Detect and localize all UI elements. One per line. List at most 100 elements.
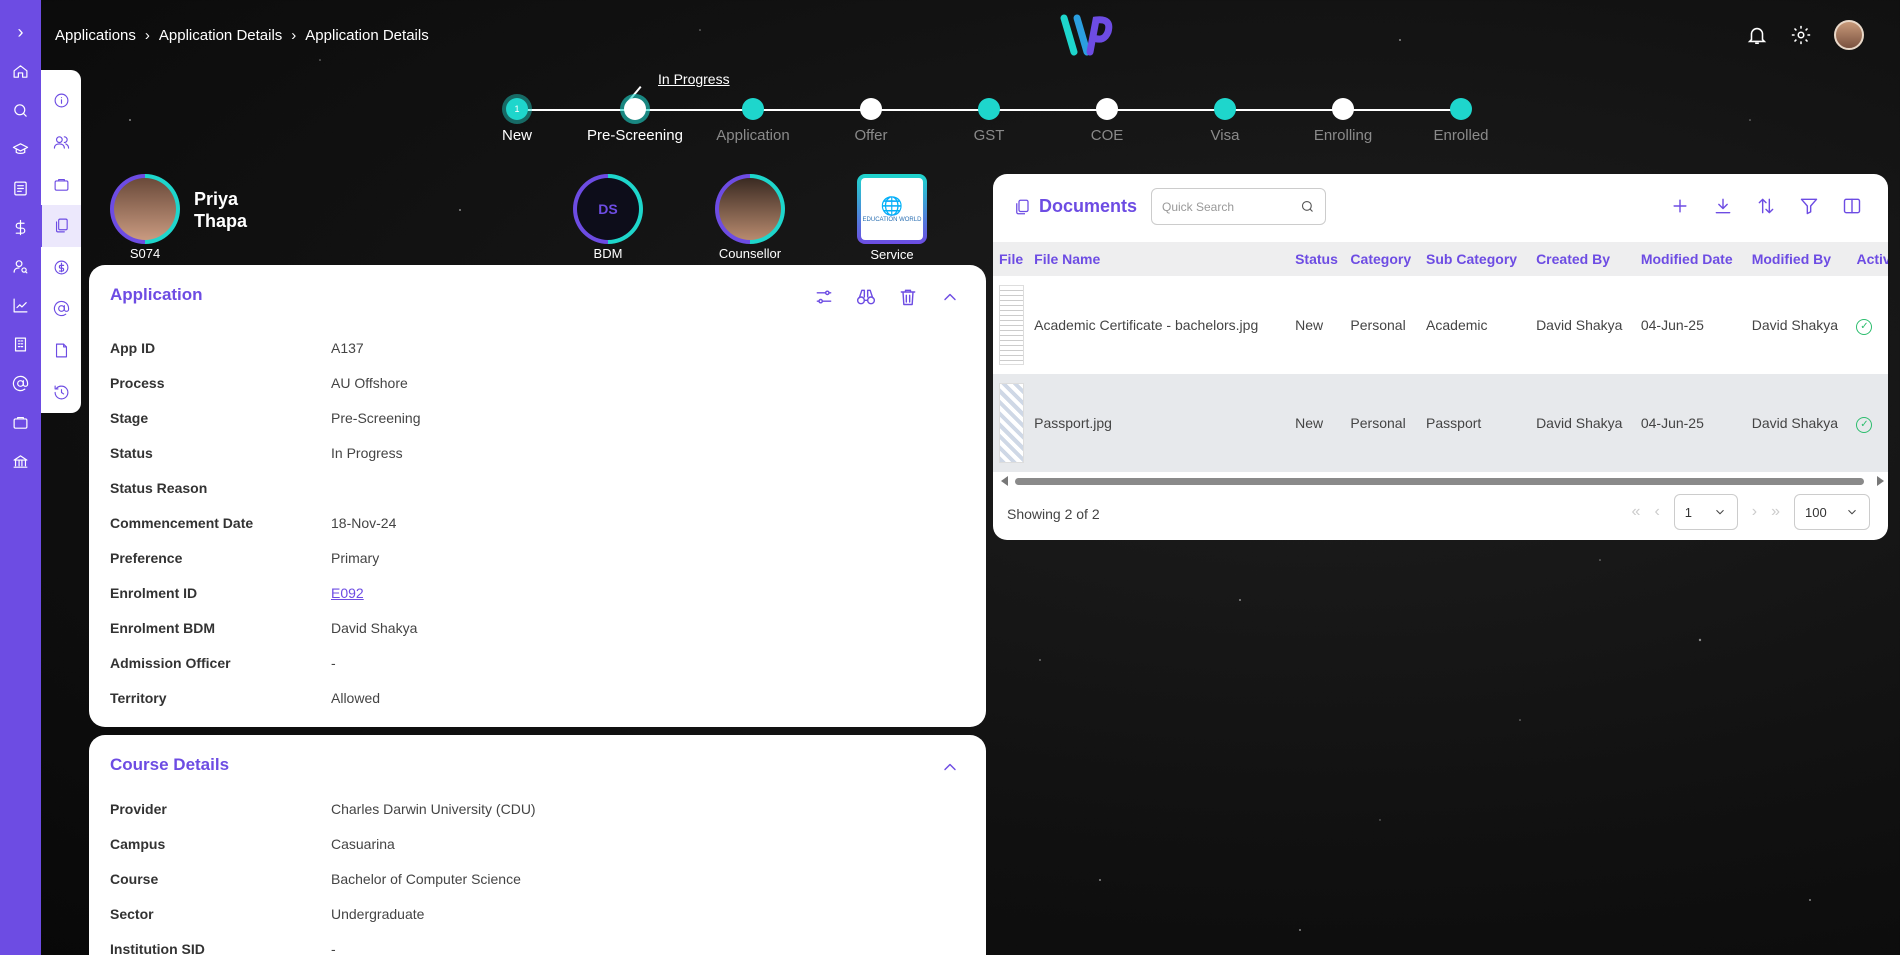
step-coe[interactable]: COE <box>1047 98 1167 144</box>
column-header[interactable]: Created By <box>1530 242 1635 276</box>
scroll-right-arrow[interactable] <box>1877 476 1884 486</box>
bdm-avatar[interactable]: DS BDM <box>573 174 643 261</box>
step-offer[interactable]: Offer <box>811 98 931 144</box>
chevron-up-icon[interactable] <box>940 287 960 307</box>
step-dot <box>860 98 882 120</box>
add-icon[interactable] <box>1670 196 1690 216</box>
briefcase-icon[interactable] <box>41 163 81 205</box>
dollar-icon[interactable] <box>10 216 32 238</box>
file-thumbnail[interactable] <box>999 285 1024 365</box>
progress-stepper: 1 New Pre-Screening Application Offer GST… <box>500 98 1490 148</box>
page-size-value: 100 <box>1805 504 1827 520</box>
column-header[interactable]: Active <box>1850 242 1888 276</box>
step-visa[interactable]: Visa <box>1165 98 1285 144</box>
bank-icon[interactable] <box>10 450 32 472</box>
enrolment-id-link[interactable]: E092 <box>331 585 364 601</box>
horizontal-scrollbar[interactable] <box>1001 476 1884 486</box>
user-avatar[interactable] <box>1834 20 1864 50</box>
trash-icon[interactable] <box>898 287 918 307</box>
field-row: Preference Primary <box>110 540 421 575</box>
document-list-icon[interactable] <box>10 177 32 199</box>
step-label: Visa <box>1210 127 1240 144</box>
columns-icon[interactable] <box>1842 196 1862 216</box>
step-gst[interactable]: GST <box>929 98 1049 144</box>
home-icon[interactable] <box>10 60 32 82</box>
student-avatar[interactable]: S074 <box>110 174 180 261</box>
step-enrolled[interactable]: Enrolled <box>1401 98 1521 144</box>
sliders-icon[interactable] <box>814 287 834 307</box>
binoculars-icon[interactable] <box>856 287 876 307</box>
step-pre-screening[interactable]: Pre-Screening <box>575 98 695 144</box>
info-icon[interactable] <box>41 80 81 122</box>
table-row[interactable]: Academic Certificate - bachelors.jpg New… <box>993 276 1888 374</box>
scroll-left-arrow[interactable] <box>1001 476 1008 486</box>
brand-logo[interactable] <box>1060 12 1116 58</box>
breadcrumb-applications[interactable]: Applications <box>55 27 136 44</box>
file-name-cell[interactable]: Academic Certificate - bachelors.jpg <box>1028 276 1289 374</box>
column-header[interactable]: File <box>993 242 1029 276</box>
column-header[interactable]: Category <box>1344 242 1421 276</box>
chevron-down-icon <box>1715 509 1724 515</box>
documents-icon <box>1016 199 1029 214</box>
search-icon[interactable] <box>10 99 32 121</box>
filter-icon[interactable] <box>1799 196 1819 216</box>
breadcrumb-application-details[interactable]: Application Details <box>159 27 282 44</box>
building-icon[interactable] <box>10 333 32 355</box>
sort-icon[interactable] <box>1756 196 1776 216</box>
chart-icon[interactable] <box>10 294 32 316</box>
users-icon[interactable] <box>41 122 81 164</box>
field-value: A137 <box>331 339 364 356</box>
course-tools <box>940 757 960 777</box>
field-row: Process AU Offshore <box>110 365 421 400</box>
step-label: GST <box>973 127 1005 144</box>
page-size-select[interactable]: 100 <box>1794 494 1870 530</box>
column-header[interactable]: Modified Date <box>1634 242 1746 276</box>
status-cell: New <box>1295 317 1324 333</box>
at-sign-icon[interactable] <box>10 372 32 394</box>
category-cell: Personal <box>1350 317 1406 333</box>
chevron-up-icon[interactable] <box>940 757 960 777</box>
file-name-cell[interactable]: Passport.jpg <box>1028 374 1290 472</box>
graduation-cap-icon[interactable] <box>10 138 32 160</box>
column-header[interactable]: File Name <box>1028 242 1290 276</box>
field-label: Status Reason <box>110 479 208 496</box>
dollar-circle-icon[interactable] <box>41 247 81 289</box>
sub-category-cell: Passport <box>1420 374 1531 472</box>
step-new[interactable]: 1 New <box>457 98 577 144</box>
history-icon[interactable] <box>41 371 81 413</box>
field-row: Provider Charles Darwin University (CDU) <box>110 791 536 826</box>
service-partner-logo: 🌐 EDUCATION WORLD <box>861 178 923 240</box>
next-page-icon[interactable]: › <box>1752 503 1757 521</box>
expand-nav-icon[interactable]: › <box>18 22 24 43</box>
page-select[interactable]: 1 <box>1673 494 1738 530</box>
step-enrolling[interactable]: Enrolling <box>1283 98 1403 144</box>
field-label: Commencement Date <box>110 514 254 531</box>
quick-search-placeholder: Quick Search <box>1162 199 1235 214</box>
gear-icon[interactable] <box>1790 24 1812 46</box>
column-header[interactable]: Sub Category <box>1420 242 1531 276</box>
download-icon[interactable] <box>1713 196 1733 216</box>
briefcase-icon[interactable] <box>10 411 32 433</box>
at-sign-icon[interactable] <box>41 288 81 330</box>
counsellor-avatar[interactable]: Counsellor <box>715 174 785 261</box>
bell-icon[interactable] <box>1746 24 1768 46</box>
step-application[interactable]: Application <box>693 98 813 144</box>
service-partner-avatar[interactable]: 🌐EDUCATION WORLD Service Partner <box>848 174 936 277</box>
file-thumbnail[interactable] <box>999 383 1024 463</box>
field-row: Institution SID - <box>110 931 536 955</box>
quick-search-input[interactable]: Quick Search <box>1151 188 1326 225</box>
user-search-icon[interactable] <box>10 255 32 277</box>
scrollbar-thumb[interactable] <box>1015 478 1864 485</box>
step-dot: 1 <box>506 98 528 120</box>
column-header[interactable]: Modified By <box>1745 242 1851 276</box>
documents-icon[interactable] <box>38 204 81 247</box>
step-dot <box>1214 98 1236 120</box>
created-by-cell: David Shakya <box>1536 317 1623 333</box>
table-row[interactable]: Passport.jpg New Personal Passport David… <box>993 374 1888 472</box>
first-page-icon[interactable]: « <box>1632 503 1641 521</box>
prev-page-icon[interactable]: ‹ <box>1654 503 1659 521</box>
column-header[interactable]: Status <box>1289 242 1345 276</box>
counsellor-photo <box>719 178 781 240</box>
note-icon[interactable] <box>41 330 81 372</box>
last-page-icon[interactable]: » <box>1771 503 1780 521</box>
